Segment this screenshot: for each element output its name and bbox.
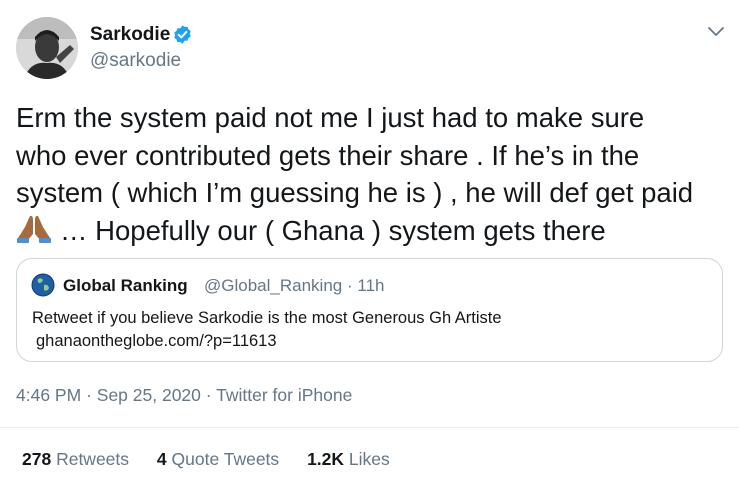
- quoted-tweet[interactable]: Global Ranking @Global_Ranking · 11h Ret…: [16, 258, 723, 362]
- quoted-separator: ·: [346, 276, 353, 295]
- avatar-photo: [16, 17, 78, 79]
- tweet-text-line: who ever contributed gets their share . …: [16, 139, 640, 171]
- author-handle[interactable]: @sarkodie: [90, 49, 181, 73]
- quoted-handle: @Global_Ranking: [204, 276, 343, 295]
- quote-tweets-stat[interactable]: 4 Quote Tweets: [157, 447, 279, 471]
- retweets-count: 278: [22, 449, 52, 469]
- meta-separator: ·: [86, 385, 92, 405]
- quoted-link[interactable]: ghanaontheglobe.com/?p=11613: [36, 330, 277, 352]
- likes-count: 1.2K: [307, 449, 345, 469]
- tweet-time[interactable]: 4:46 PM: [16, 385, 81, 405]
- retweets-stat[interactable]: 278 Retweets: [22, 447, 129, 471]
- meta-separator: ·: [205, 385, 212, 405]
- quote-tweets-label: Quote Tweets: [171, 449, 280, 469]
- folded-hands-emoji: [17, 215, 51, 243]
- tweet-source[interactable]: Twitter for iPhone: [216, 385, 352, 405]
- tweet-text-line-with-emoji: … Hopefully our ( Ghana ) system gets th…: [16, 212, 731, 250]
- globe-avatar-icon: [31, 273, 55, 297]
- divider: [0, 427, 739, 428]
- avatar[interactable]: [16, 17, 78, 79]
- chevron-down-icon[interactable]: [706, 24, 726, 40]
- engagement-stats: 278 Retweets 4 Quote Tweets 1.2K Likes: [22, 447, 413, 471]
- quoted-text: Retweet if you believe Sarkodie is the m…: [32, 309, 502, 327]
- tweet-date[interactable]: Sep 25, 2020: [97, 385, 201, 405]
- tweet-text-line: Erm the system paid not me I just had to…: [16, 102, 645, 133]
- quote-tweets-count: 4: [156, 449, 167, 469]
- verified-badge-icon: [174, 25, 191, 44]
- author-display-name[interactable]: Sarkodie: [90, 23, 170, 47]
- tweet-timestamp: 4:46 PM · Sep 25, 2020 · Twitter for iPh…: [16, 384, 352, 406]
- tweet-text: Erm the system paid not me I just had to…: [16, 99, 731, 249]
- retweets-label: Retweets: [56, 449, 130, 469]
- tweet-card: Sarkodie @sarkodie Erm the system paid n…: [0, 0, 739, 489]
- quoted-age: 11h: [357, 276, 385, 295]
- quoted-meta: @Global_Ranking · 11h: [204, 275, 384, 297]
- likes-stat[interactable]: 1.2K Likes: [307, 447, 390, 471]
- tweet-text-line: system ( which I’m guessing he is ) , he…: [16, 177, 694, 208]
- likes-label: Likes: [348, 449, 390, 469]
- quoted-display-name: Global Ranking: [63, 276, 188, 295]
- tweet-text-line: … Hopefully our ( Ghana ) system gets th…: [60, 214, 606, 246]
